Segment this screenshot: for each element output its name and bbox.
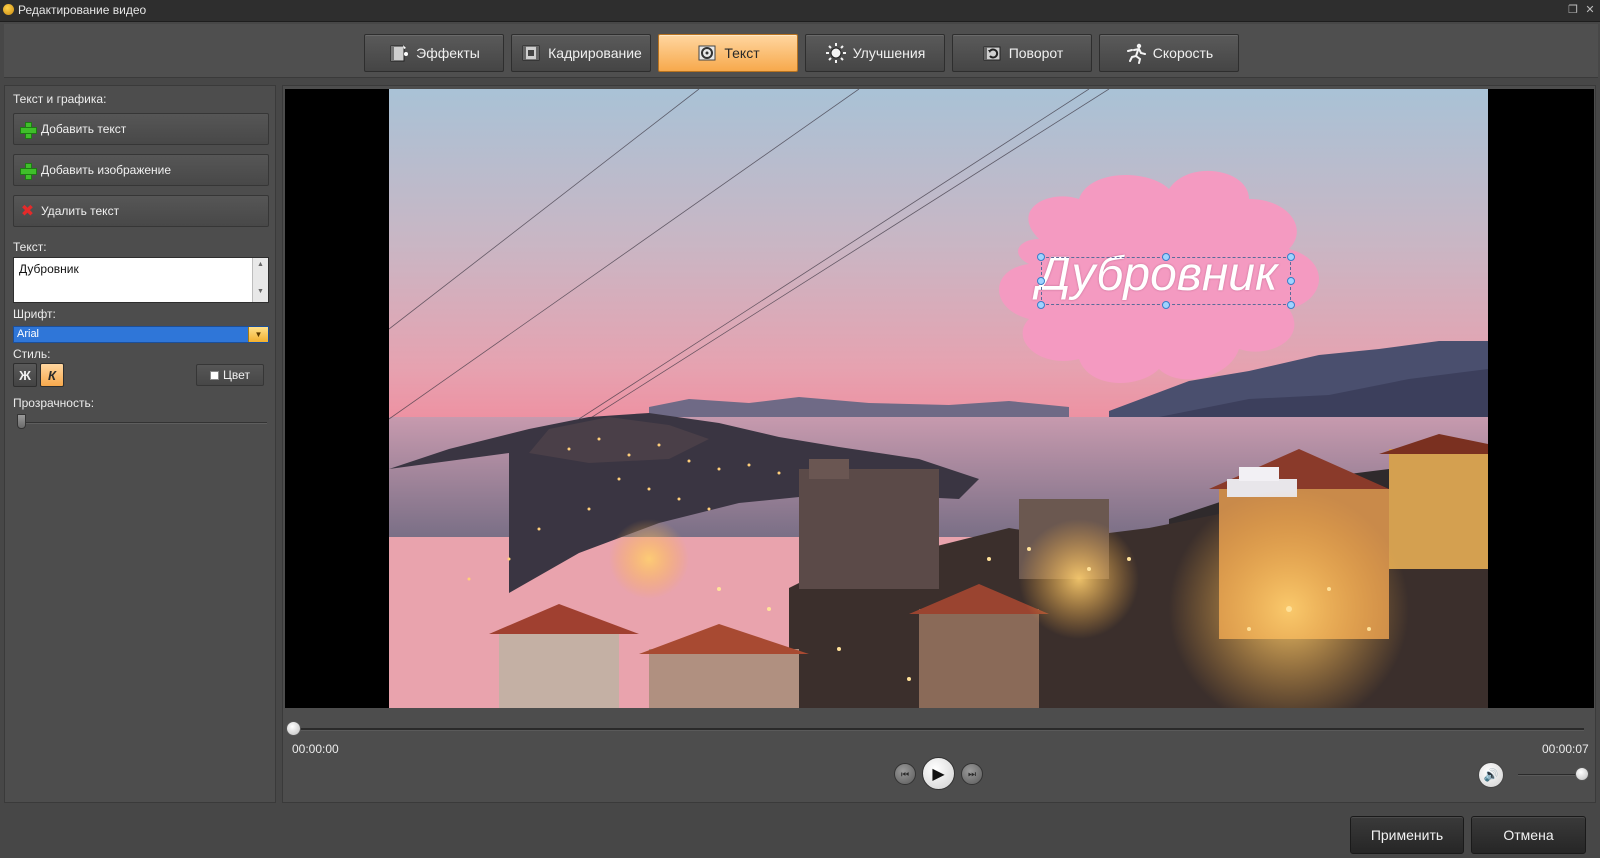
skip-forward-icon: ⏭ <box>967 768 977 779</box>
resize-handle[interactable] <box>1162 301 1170 309</box>
opacity-label: Прозрачность: <box>13 396 95 410</box>
add-image-button[interactable]: Добавить изображение <box>13 154 269 186</box>
text-selection-box[interactable] <box>1041 257 1291 305</box>
resize-handle[interactable] <box>1162 253 1170 261</box>
play-icon: ▶ <box>932 765 945 783</box>
tab-enhancements[interactable]: Улучшения <box>805 34 945 72</box>
text-scrollbar[interactable]: ▲ ▼ <box>252 258 268 302</box>
tab-label: Скорость <box>1152 45 1214 61</box>
font-select-value: Arial <box>17 328 40 340</box>
speaker-icon: 🔊 <box>1483 768 1499 782</box>
resize-handle[interactable] <box>1037 277 1045 285</box>
resize-handle[interactable] <box>1037 253 1045 261</box>
color-label: Цвет <box>223 368 250 382</box>
tab-speed[interactable]: Скорость <box>1099 34 1239 72</box>
chevron-down-icon[interactable]: ▼ <box>248 327 268 342</box>
tab-rotate[interactable]: Поворот <box>952 34 1092 72</box>
resize-handle[interactable] <box>1287 301 1295 309</box>
text-input-value: Дубровник <box>19 262 79 276</box>
next-button[interactable]: ⏭ <box>961 763 983 785</box>
crop-icon <box>520 42 542 64</box>
resize-handle[interactable] <box>1287 277 1295 285</box>
delete-icon: ✖ <box>20 202 35 220</box>
seek-handle[interactable] <box>286 721 301 736</box>
video-preview: Дубровник <box>285 89 1594 708</box>
scroll-up-icon[interactable]: ▲ <box>257 261 264 268</box>
resize-handle[interactable] <box>1287 253 1295 261</box>
color-button[interactable]: Цвет <box>196 364 264 386</box>
resize-handle[interactable] <box>1037 301 1045 309</box>
previous-button[interactable]: ⏮ <box>894 763 916 785</box>
bold-toggle[interactable]: Ж <box>13 363 37 387</box>
delete-text-button[interactable]: ✖ Удалить текст <box>13 195 269 227</box>
tab-label: Поворот <box>1008 45 1064 61</box>
style-label: Стиль: <box>13 347 51 361</box>
volume-button[interactable]: 🔊 <box>1478 762 1504 788</box>
total-time: 00:00:07 <box>1542 742 1589 756</box>
delete-text-label: Удалить текст <box>41 204 120 218</box>
font-select[interactable]: Arial ▼ <box>13 326 269 343</box>
add-text-button[interactable]: Добавить текст <box>13 113 269 145</box>
title-bar: Редактирование видео ❐ ✕ <box>0 0 1600 22</box>
text-icon <box>696 42 718 64</box>
play-button[interactable]: ▶ <box>922 757 955 790</box>
video-editor-window: Редактирование видео ❐ ✕ Эффекты Кадриро… <box>0 0 1600 858</box>
tab-effects[interactable]: Эффекты <box>364 34 504 72</box>
app-icon <box>3 4 14 15</box>
effects-icon <box>388 42 410 64</box>
tab-label: Эффекты <box>416 45 480 61</box>
font-label: Шрифт: <box>13 307 56 321</box>
video-frame[interactable]: Дубровник <box>389 89 1488 708</box>
opacity-slider-handle[interactable] <box>17 414 26 429</box>
volume-slider-handle[interactable] <box>1575 767 1589 781</box>
color-swatch <box>210 370 220 380</box>
brightness-icon <box>825 42 847 64</box>
plus-icon <box>20 121 37 139</box>
current-time: 00:00:00 <box>292 742 339 756</box>
speed-icon <box>1125 42 1147 64</box>
toolbar: Эффекты Кадрирование Текст Улучшения Пов… <box>4 24 1598 78</box>
seek-bar[interactable] <box>294 728 1584 731</box>
tab-text[interactable]: Текст <box>658 34 798 72</box>
opacity-slider-track[interactable] <box>21 422 267 424</box>
scroll-down-icon[interactable]: ▼ <box>257 288 264 295</box>
close-icon[interactable]: ✕ <box>1583 3 1597 17</box>
rotate-icon <box>981 42 1003 64</box>
apply-button[interactable]: Применить <box>1350 816 1464 854</box>
skip-back-icon: ⏮ <box>900 768 910 779</box>
text-input[interactable]: Дубровник ▲ ▼ <box>13 257 269 303</box>
tab-label: Улучшения <box>852 45 926 61</box>
window-title: Редактирование видео <box>18 3 147 17</box>
tab-crop[interactable]: Кадрирование <box>511 34 651 72</box>
plus-icon <box>20 162 37 180</box>
text-label: Текст: <box>13 240 47 254</box>
section-title: Текст и графика: <box>13 92 107 106</box>
cancel-button[interactable]: Отмена <box>1471 816 1586 854</box>
tab-label: Кадрирование <box>548 45 642 61</box>
add-image-label: Добавить изображение <box>41 163 172 177</box>
text-graphics-panel: Текст и графика: Добавить текст Добавить… <box>4 85 276 803</box>
italic-toggle[interactable]: К <box>40 363 64 387</box>
add-text-label: Добавить текст <box>41 122 127 136</box>
restore-icon[interactable]: ❐ <box>1566 3 1580 17</box>
scene-image <box>389 89 1488 708</box>
tab-label: Текст <box>724 45 760 61</box>
